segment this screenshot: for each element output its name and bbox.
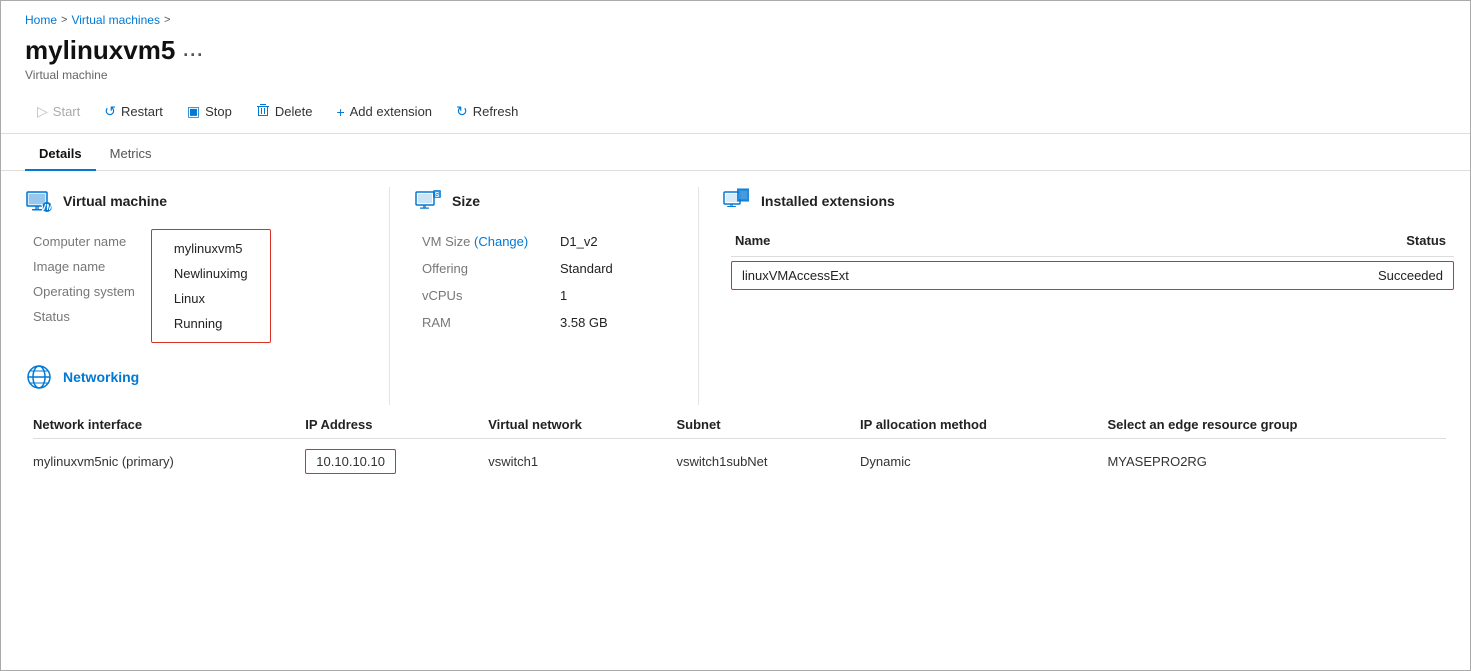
net-row-0: mylinuxvm5nic (primary) 10.10.10.10 vswi… bbox=[33, 439, 1446, 481]
stop-label: Stop bbox=[205, 104, 232, 119]
vm-value-1: Newlinuximg bbox=[166, 261, 256, 286]
networking-section: Networking bbox=[25, 363, 365, 391]
vm-labels: Computer name Image name Operating syste… bbox=[33, 229, 135, 343]
vm-label-0: Computer name bbox=[33, 229, 135, 254]
size-label-1: Offering bbox=[422, 256, 552, 281]
net-cell-subnet: vswitch1subNet bbox=[676, 439, 860, 481]
add-extension-icon: + bbox=[336, 104, 344, 120]
extensions-section-title: Installed extensions bbox=[761, 193, 895, 209]
size-value-2: 1 bbox=[552, 283, 674, 308]
refresh-label: Refresh bbox=[473, 104, 519, 119]
networking-table-area: Network interface IP Address Virtual net… bbox=[33, 413, 1446, 480]
vm-label-2: Operating system bbox=[33, 279, 135, 304]
delete-label: Delete bbox=[275, 104, 313, 119]
networking-icon bbox=[25, 363, 53, 391]
net-cell-alloc: Dynamic bbox=[860, 439, 1107, 481]
restart-button[interactable]: ↺ Restart bbox=[92, 98, 175, 125]
net-ip-box: 10.10.10.10 bbox=[305, 449, 396, 474]
add-extension-label: Add extension bbox=[350, 104, 432, 119]
size-section-title: Size bbox=[452, 193, 480, 209]
size-label-2: vCPUs bbox=[422, 283, 552, 308]
more-options-button[interactable]: ... bbox=[183, 40, 204, 61]
tab-metrics[interactable]: Metrics bbox=[96, 138, 166, 171]
size-label-0: VM Size (Change) bbox=[422, 229, 552, 254]
main-content: VM Virtual machine Computer name Image n… bbox=[1, 171, 1470, 496]
toolbar: ▷ Start ↺ Restart ▣ Stop bbox=[1, 90, 1470, 134]
divider-2 bbox=[698, 187, 699, 405]
vm-section-title: Virtual machine bbox=[63, 193, 167, 209]
tabs-area: Details Metrics bbox=[1, 138, 1470, 171]
tab-details[interactable]: Details bbox=[25, 138, 96, 171]
vm-value-0: mylinuxvm5 bbox=[166, 236, 256, 261]
networking-table: Network interface IP Address Virtual net… bbox=[33, 413, 1446, 480]
vm-value-3: Running bbox=[166, 311, 256, 336]
svg-text:VM: VM bbox=[41, 203, 53, 212]
vm-icon: VM bbox=[25, 187, 53, 215]
size-value-1: Standard bbox=[552, 256, 674, 281]
size-label-3: RAM bbox=[422, 310, 552, 335]
vm-label-3: Status bbox=[33, 304, 135, 329]
restart-label: Restart bbox=[121, 104, 163, 119]
ext-name-0: linuxVMAccessExt bbox=[742, 268, 849, 283]
networking-title: Networking bbox=[63, 369, 139, 385]
refresh-button[interactable]: ↻ Refresh bbox=[444, 98, 530, 125]
breadcrumb: Home > Virtual machines > bbox=[1, 1, 1470, 31]
ext-status-0: Succeeded bbox=[1378, 268, 1443, 283]
ext-col-name: Name bbox=[731, 229, 1077, 257]
vm-values-box: mylinuxvm5 Newlinuximg Linux Running bbox=[151, 229, 271, 343]
extensions-icon bbox=[723, 187, 751, 215]
breadcrumb-vms[interactable]: Virtual machines bbox=[71, 13, 160, 27]
net-cell-vnet: vswitch1 bbox=[488, 439, 676, 481]
breadcrumb-home[interactable]: Home bbox=[25, 13, 57, 27]
size-section-header: S Size bbox=[414, 187, 674, 215]
net-ip-value: 10.10.10.10 bbox=[316, 454, 385, 469]
vm-size-change-link[interactable]: (Change) bbox=[474, 234, 528, 249]
vm-details: Computer name Image name Operating syste… bbox=[33, 229, 365, 343]
delete-button[interactable]: Delete bbox=[244, 98, 325, 125]
extensions-table: Name Status linuxVMAccessExt Succeeded bbox=[731, 229, 1454, 294]
size-icon: S bbox=[414, 187, 442, 215]
start-button[interactable]: ▷ Start bbox=[25, 98, 92, 125]
networking-header: Networking bbox=[25, 363, 365, 391]
ext-row-box: linuxVMAccessExt Succeeded bbox=[731, 261, 1454, 290]
svg-text:S: S bbox=[435, 192, 440, 199]
size-value-0: D1_v2 bbox=[552, 229, 674, 254]
add-extension-button[interactable]: + Add extension bbox=[324, 99, 444, 125]
page-subtitle: Virtual machine bbox=[25, 68, 1446, 82]
ext-col-status: Status bbox=[1077, 229, 1454, 257]
net-col-subnet: Subnet bbox=[676, 413, 860, 439]
size-details: VM Size (Change) D1_v2 Offering Standard… bbox=[422, 229, 674, 335]
stop-icon: ▣ bbox=[187, 103, 200, 120]
extensions-section: Installed extensions Name Status bbox=[723, 187, 1446, 294]
vm-section: VM Virtual machine Computer name Image n… bbox=[25, 187, 365, 405]
vm-value-2: Linux bbox=[166, 286, 256, 311]
page-title: mylinuxvm5 ... bbox=[25, 35, 1446, 66]
start-label: Start bbox=[53, 104, 80, 119]
refresh-icon: ↻ bbox=[456, 103, 468, 120]
size-section: S Size VM Size (Change) D1_v2 Offering S… bbox=[414, 187, 674, 335]
vm-label-1: Image name bbox=[33, 254, 135, 279]
delete-icon bbox=[256, 103, 270, 120]
net-col-alloc: IP allocation method bbox=[860, 413, 1107, 439]
sections-row: VM Virtual machine Computer name Image n… bbox=[25, 187, 1446, 405]
ext-row-0: linuxVMAccessExt Succeeded bbox=[731, 257, 1454, 295]
net-col-rg: Select an edge resource group bbox=[1107, 413, 1446, 439]
extensions-section-header: Installed extensions bbox=[723, 187, 1446, 215]
divider-1 bbox=[389, 187, 390, 405]
net-col-ip: IP Address bbox=[305, 413, 488, 439]
start-icon: ▷ bbox=[37, 103, 48, 120]
page-title-area: mylinuxvm5 ... Virtual machine bbox=[1, 31, 1470, 90]
size-value-3: 3.58 GB bbox=[552, 310, 674, 335]
page-title-text: mylinuxvm5 bbox=[25, 35, 175, 66]
net-cell-rg: MYASEPRO2RG bbox=[1107, 439, 1446, 481]
vm-section-header: VM Virtual machine bbox=[25, 187, 365, 215]
net-cell-interface: mylinuxvm5nic (primary) bbox=[33, 439, 305, 481]
net-cell-ip: 10.10.10.10 bbox=[305, 439, 488, 481]
stop-button[interactable]: ▣ Stop bbox=[175, 98, 244, 125]
net-col-interface: Network interface bbox=[33, 413, 305, 439]
vm-values-box-wrapper: mylinuxvm5 Newlinuximg Linux Running bbox=[151, 229, 271, 343]
restart-icon: ↺ bbox=[104, 103, 116, 120]
net-col-vnet: Virtual network bbox=[488, 413, 676, 439]
